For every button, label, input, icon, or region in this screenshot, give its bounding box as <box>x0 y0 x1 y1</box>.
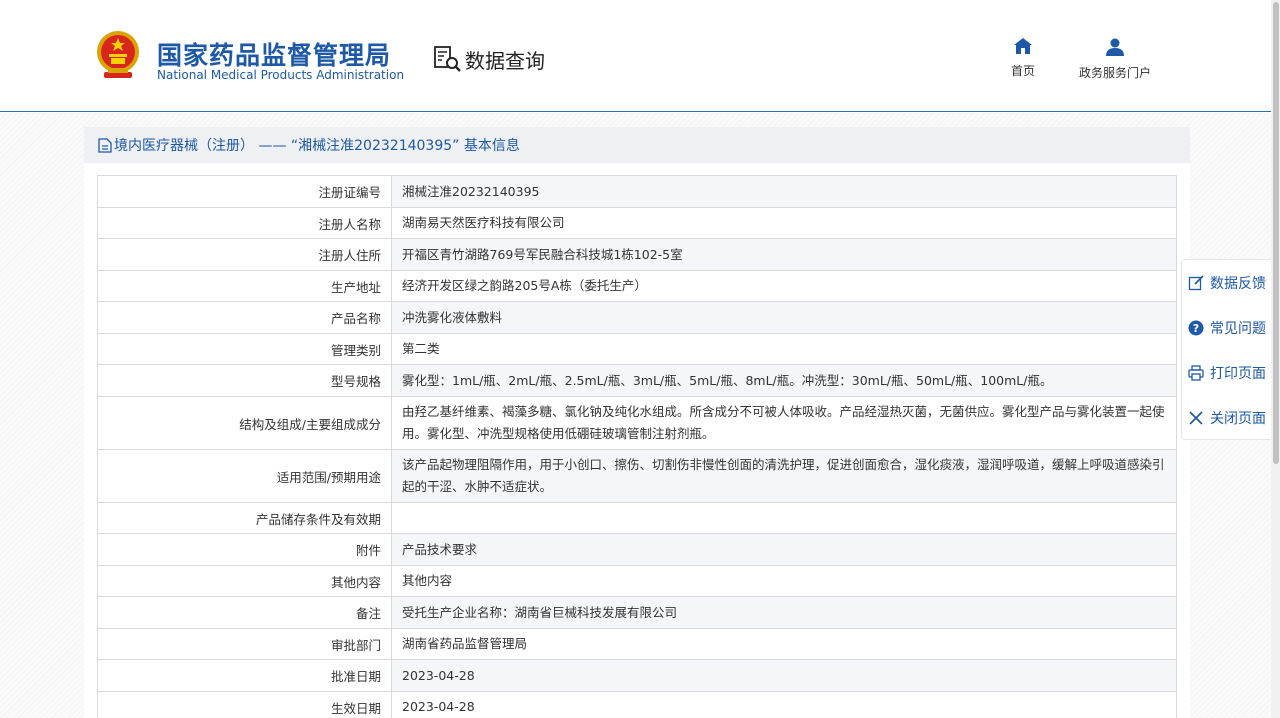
field-value: 冲洗雾化液体敷料 <box>391 301 1177 334</box>
field-label: 管理类别 <box>97 333 392 365</box>
print-icon <box>1188 364 1204 381</box>
record-panel: 境内医疗器械（注册） —— “湘械注准20232140395” 基本信息 注册证… <box>84 127 1190 718</box>
field-label: 审批部门 <box>97 628 392 660</box>
table-row: 注册人名称 湖南易天然医疗科技有限公司 <box>97 207 1177 239</box>
site-title[interactable]: 国家药品监督管理局 <box>157 36 391 72</box>
table-row: 批准日期 2023-04-28 <box>97 659 1177 692</box>
field-value: 湖南易天然医疗科技有限公司 <box>391 207 1177 239</box>
table-row: 适用范围/预期用途 该产品起物理阻隔作用，用于小创口、擦伤、切割伤非慢性创面的清… <box>97 449 1177 503</box>
close-icon <box>1189 410 1203 425</box>
nav-service-portal[interactable]: 政务服务门户 <box>1072 38 1158 81</box>
field-label: 备注 <box>97 596 392 629</box>
document-icon <box>98 137 112 153</box>
site-subtitle[interactable]: National Medical Products Administration <box>157 68 404 82</box>
table-row: 注册证编号 湘械注准20232140395 <box>97 175 1177 208</box>
scrollbar-thumb[interactable] <box>1273 2 1279 464</box>
table-row: 产品储存条件及有效期 <box>97 502 1177 534</box>
user-icon <box>1106 38 1124 56</box>
field-label: 注册人名称 <box>97 207 392 239</box>
table-row: 结构及组成/主要组成成分 由羟乙基纤维素、褐藻多糖、氯化钠及纯化水组成。所含成分… <box>97 396 1177 450</box>
field-label: 生产地址 <box>97 270 392 302</box>
record-table: 注册证编号 湘械注准20232140395 注册人名称 湖南易天然医疗科技有限公… <box>97 175 1177 718</box>
field-value: 开福区青竹湖路769号军民融合科技城1栋102-5室 <box>391 238 1177 271</box>
data-query-heading: 数据查询 <box>433 44 545 74</box>
print-button[interactable]: 打印页面 <box>1182 350 1272 395</box>
table-row: 生产地址 经济开发区绿之韵路205号A栋（委托生产） <box>97 270 1177 302</box>
field-label: 产品名称 <box>97 301 392 334</box>
table-row: 备注 受托生产企业名称：湖南省巨械科技发展有限公司 <box>97 596 1177 629</box>
close-page-button[interactable]: 关闭页面 <box>1182 395 1272 440</box>
site-header: 国家药品监督管理局 National Medical Products Admi… <box>0 0 1280 112</box>
field-label: 其他内容 <box>97 565 392 597</box>
field-label: 注册人住所 <box>97 238 392 271</box>
field-value: 受托生产企业名称：湖南省巨械科技发展有限公司 <box>391 596 1177 629</box>
table-row: 产品名称 冲洗雾化液体敷料 <box>97 301 1177 334</box>
table-row: 其他内容 其他内容 <box>97 565 1177 597</box>
field-value: 雾化型：1mL/瓶、2mL/瓶、2.5mL/瓶、3mL/瓶、5mL/瓶、8mL/… <box>391 364 1177 397</box>
field-value: 其他内容 <box>391 565 1177 597</box>
panel-header: 境内医疗器械（注册） —— “湘械注准20232140395” 基本信息 <box>84 127 1190 163</box>
side-toolbar: 数据反馈 ? 常见问题 打印页面 关闭页面 <box>1181 259 1273 440</box>
close-page-label: 关闭页面 <box>1210 410 1266 427</box>
panel-title: 境内医疗器械（注册） —— “湘械注准20232140395” 基本信息 <box>114 138 520 154</box>
field-value: 湘械注准20232140395 <box>391 175 1177 208</box>
home-icon <box>1014 38 1032 54</box>
field-label: 适用范围/预期用途 <box>97 449 392 503</box>
table-row: 型号规格 雾化型：1mL/瓶、2mL/瓶、2.5mL/瓶、3mL/瓶、5mL/瓶… <box>97 364 1177 397</box>
field-value: 第二类 <box>391 333 1177 365</box>
field-value: 2023-04-28 <box>391 659 1177 692</box>
svg-text:?: ? <box>1193 322 1199 335</box>
feedback-label: 数据反馈 <box>1210 275 1266 292</box>
field-value: 2023-04-28 <box>391 691 1177 718</box>
nav-home[interactable]: 首页 <box>1006 38 1040 79</box>
data-query-label: 数据查询 <box>465 48 545 73</box>
field-label: 生效日期 <box>97 691 392 718</box>
edit-icon <box>1188 274 1204 290</box>
table-row: 审批部门 湖南省药品监督管理局 <box>97 628 1177 660</box>
national-emblem-icon <box>97 31 139 78</box>
question-icon: ? <box>1188 320 1204 335</box>
print-label: 打印页面 <box>1210 365 1266 382</box>
field-label: 型号规格 <box>97 364 392 397</box>
nav-home-label: 首页 <box>1010 64 1035 78</box>
document-search-icon <box>434 46 461 72</box>
field-value: 湖南省药品监督管理局 <box>391 628 1177 660</box>
table-row: 管理类别 第二类 <box>97 333 1177 365</box>
faq-button[interactable]: ? 常见问题 <box>1182 305 1272 350</box>
field-value <box>391 502 1177 534</box>
field-value: 由羟乙基纤维素、褐藻多糖、氯化钠及纯化水组成。所含成分不可被人体吸收。产品经湿热… <box>391 396 1177 450</box>
field-label: 产品储存条件及有效期 <box>97 502 392 534</box>
table-row: 附件 产品技术要求 <box>97 533 1177 566</box>
table-row: 生效日期 2023-04-28 <box>97 691 1177 718</box>
field-value: 产品技术要求 <box>391 533 1177 566</box>
nav-service-portal-label: 政务服务门户 <box>1078 66 1151 80</box>
field-label: 结构及组成/主要组成成分 <box>97 396 392 450</box>
field-value: 经济开发区绿之韵路205号A栋（委托生产） <box>391 270 1177 302</box>
field-label: 注册证编号 <box>97 175 392 208</box>
field-label: 批准日期 <box>97 659 392 692</box>
table-row: 注册人住所 开福区青竹湖路769号军民融合科技城1栋102-5室 <box>97 238 1177 271</box>
feedback-button[interactable]: 数据反馈 <box>1182 260 1272 305</box>
faq-label: 常见问题 <box>1210 320 1266 337</box>
field-label: 附件 <box>97 533 392 566</box>
field-value: 该产品起物理阻隔作用，用于小创口、擦伤、切割伤非慢性创面的清洗护理，促进创面愈合… <box>391 449 1177 503</box>
